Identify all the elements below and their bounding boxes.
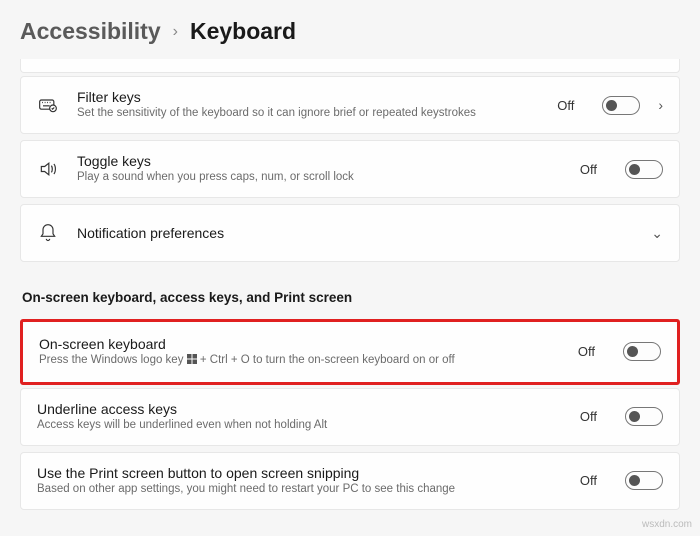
highlighted-row: On-screen keyboard Press the Windows log…: [20, 319, 680, 385]
underline-desc: Access keys will be underlined even when…: [37, 418, 562, 433]
settings-group-1: Filter keys Set the sensitivity of the k…: [20, 76, 680, 262]
osk-title: On-screen keyboard: [39, 336, 560, 352]
keyboard-filter-icon: [37, 95, 59, 115]
printscreen-toggle[interactable]: [625, 471, 663, 490]
filter-keys-toggle[interactable]: [602, 96, 640, 115]
watermark-text: wsxdn.com: [642, 519, 692, 530]
breadcrumb-current: Keyboard: [190, 18, 296, 45]
underline-toggle[interactable]: [625, 407, 663, 426]
notification-preferences-title: Notification preferences: [77, 225, 633, 241]
underline-state: Off: [580, 409, 597, 424]
printscreen-state: Off: [580, 473, 597, 488]
chevron-down-icon[interactable]: ⌄: [651, 225, 663, 242]
printscreen-title: Use the Print screen button to open scre…: [37, 465, 562, 481]
toggle-keys-state: Off: [580, 162, 597, 177]
toggle-keys-toggle[interactable]: [625, 160, 663, 179]
filter-keys-row[interactable]: Filter keys Set the sensitivity of the k…: [20, 76, 680, 134]
settings-group-2: On-screen keyboard Press the Windows log…: [20, 319, 680, 510]
osk-state: Off: [578, 344, 595, 359]
windows-logo-icon: [187, 354, 197, 364]
bell-icon: [37, 223, 59, 243]
filter-keys-state: Off: [557, 98, 574, 113]
filter-keys-desc: Set the sensitivity of the keyboard so i…: [77, 106, 539, 121]
printscreen-desc: Based on other app settings, you might n…: [37, 482, 562, 497]
toggle-keys-desc: Play a sound when you press caps, num, o…: [77, 170, 562, 185]
section-heading: On-screen keyboard, access keys, and Pri…: [20, 286, 680, 319]
chevron-right-icon[interactable]: ›: [658, 97, 663, 113]
underline-title: Underline access keys: [37, 401, 562, 417]
toggle-keys-row[interactable]: Toggle keys Play a sound when you press …: [20, 140, 680, 198]
previous-card-stub[interactable]: [20, 59, 680, 73]
chevron-right-icon: ›: [173, 23, 178, 41]
osk-toggle[interactable]: [623, 342, 661, 361]
speaker-icon: [37, 159, 59, 179]
toggle-keys-title: Toggle keys: [77, 153, 562, 169]
notification-preferences-row[interactable]: Notification preferences ⌄: [20, 204, 680, 262]
underline-access-keys-row[interactable]: Underline access keys Access keys will b…: [20, 388, 680, 446]
print-screen-row[interactable]: Use the Print screen button to open scre…: [20, 452, 680, 510]
on-screen-keyboard-row[interactable]: On-screen keyboard Press the Windows log…: [23, 322, 677, 382]
breadcrumb-parent[interactable]: Accessibility: [20, 18, 161, 45]
breadcrumb: Accessibility › Keyboard: [0, 0, 700, 59]
filter-keys-title: Filter keys: [77, 89, 539, 105]
osk-desc: Press the Windows logo key + Ctrl + O to…: [39, 353, 560, 368]
